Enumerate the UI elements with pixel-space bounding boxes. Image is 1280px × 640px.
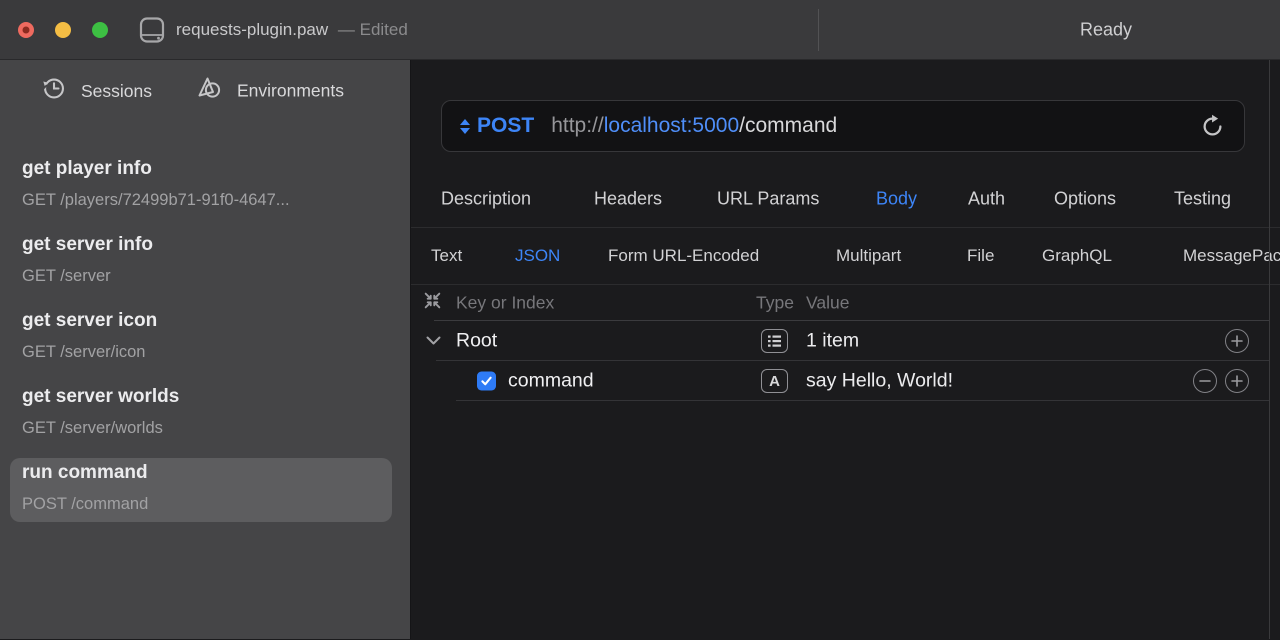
column-header-type: Type bbox=[756, 293, 794, 314]
collapse-all-button[interactable] bbox=[422, 290, 443, 316]
request-tabs: Description Headers URL Params Body Auth… bbox=[411, 170, 1280, 228]
column-header-key: Key or Index bbox=[456, 293, 554, 314]
tab-description[interactable]: Description bbox=[441, 188, 531, 209]
zoom-button[interactable] bbox=[92, 22, 108, 38]
status-text: Ready bbox=[1080, 19, 1132, 40]
minus-icon bbox=[1199, 375, 1211, 387]
body-tab-form-url-encoded[interactable]: Form URL-Encoded bbox=[608, 246, 759, 266]
refresh-icon bbox=[1199, 113, 1226, 140]
request-subtitle: GET /server/worlds bbox=[22, 418, 380, 438]
json-value: 1 item bbox=[806, 330, 859, 353]
tab-body[interactable]: Body bbox=[876, 188, 917, 209]
request-title: get player info bbox=[22, 157, 380, 180]
request-title: run command bbox=[22, 461, 380, 484]
checkmark-icon bbox=[480, 375, 493, 388]
request-item-get-server-info[interactable]: get server info GET /server bbox=[10, 230, 392, 294]
request-list: get player info GET /players/72499b71-91… bbox=[0, 154, 410, 522]
json-row-command[interactable]: command A say Hello, World! bbox=[411, 361, 1280, 401]
tab-auth[interactable]: Auth bbox=[968, 188, 1005, 209]
url-host: localhost:5000 bbox=[604, 114, 739, 137]
request-item-get-player-info[interactable]: get player info GET /players/72499b71-91… bbox=[10, 154, 392, 218]
sidebar-tabs: Sessions Environments bbox=[0, 60, 410, 122]
titlebar: requests-plugin.paw — Edited Ready bbox=[0, 0, 1280, 60]
tab-url-params[interactable]: URL Params bbox=[717, 188, 819, 209]
sidebar-tab-environments[interactable]: Environments bbox=[195, 75, 344, 108]
json-row-root[interactable]: Root 1 item bbox=[411, 321, 1280, 361]
document-proxy-icon[interactable] bbox=[137, 15, 167, 50]
request-title: get server worlds bbox=[22, 385, 380, 408]
tab-testing[interactable]: Testing bbox=[1174, 188, 1231, 209]
json-key[interactable]: command bbox=[508, 370, 594, 393]
add-row-button[interactable] bbox=[1225, 369, 1249, 393]
sidebar-tab-label: Sessions bbox=[81, 81, 152, 102]
add-row-button[interactable] bbox=[1225, 329, 1249, 353]
collapse-icon bbox=[422, 290, 443, 311]
body-tab-text[interactable]: Text bbox=[431, 246, 462, 266]
plus-icon bbox=[1231, 375, 1243, 387]
minimize-button[interactable] bbox=[55, 22, 71, 38]
document-name: requests-plugin.paw bbox=[176, 20, 328, 39]
method-dropdown-icon bbox=[460, 119, 470, 134]
close-button[interactable] bbox=[18, 22, 34, 38]
method-label: POST bbox=[477, 114, 534, 138]
json-grid-header: Key or Index Type Value bbox=[411, 285, 1280, 321]
url-path: /command bbox=[739, 114, 837, 137]
sidebar-tab-sessions[interactable]: Sessions bbox=[40, 75, 152, 107]
json-body-editor: Key or Index Type Value Root bbox=[411, 285, 1280, 401]
send-refresh-button[interactable] bbox=[1198, 112, 1226, 140]
window-title: requests-plugin.paw — Edited bbox=[176, 20, 408, 40]
json-key[interactable]: Root bbox=[456, 330, 497, 353]
request-subtitle: POST /command bbox=[22, 494, 380, 514]
url-scheme: http:// bbox=[551, 114, 604, 137]
request-item-run-command[interactable]: run command POST /command bbox=[10, 458, 392, 522]
request-subtitle: GET /server bbox=[22, 266, 380, 286]
string-type-icon[interactable]: A bbox=[761, 369, 788, 393]
body-tab-messagepack[interactable]: MessagePack bbox=[1183, 246, 1280, 266]
traffic-lights bbox=[18, 22, 108, 38]
body-type-tabs: Text JSON Form URL-Encoded Multipart Fil… bbox=[411, 228, 1280, 285]
dictionary-type-icon[interactable] bbox=[761, 329, 788, 353]
url-input[interactable]: http://localhost:5000/command bbox=[551, 114, 837, 138]
body-tab-json[interactable]: JSON bbox=[515, 246, 560, 266]
remove-row-button[interactable] bbox=[1193, 369, 1217, 393]
request-item-get-server-icon[interactable]: get server icon GET /server/icon bbox=[10, 306, 392, 370]
body-tab-graphql[interactable]: GraphQL bbox=[1042, 246, 1112, 266]
sidebar: Sessions Environments get player info GE… bbox=[0, 60, 410, 639]
disclosure-chevron-icon[interactable] bbox=[426, 332, 441, 350]
method-selector[interactable]: POST bbox=[460, 114, 534, 138]
json-value[interactable]: say Hello, World! bbox=[806, 370, 953, 393]
edited-indicator: — Edited bbox=[338, 20, 408, 39]
body-tab-file[interactable]: File bbox=[967, 246, 994, 266]
request-title: get server icon bbox=[22, 309, 380, 332]
tab-options[interactable]: Options bbox=[1054, 188, 1116, 209]
sidebar-tab-label: Environments bbox=[237, 81, 344, 102]
plus-icon bbox=[1231, 335, 1243, 347]
titlebar-divider bbox=[818, 9, 819, 51]
shapes-icon bbox=[195, 75, 223, 108]
history-icon bbox=[40, 75, 67, 107]
tab-headers[interactable]: Headers bbox=[594, 188, 662, 209]
request-item-get-server-worlds[interactable]: get server worlds GET /server/worlds bbox=[10, 382, 392, 446]
url-section: POST http://localhost:5000/command bbox=[411, 60, 1280, 170]
request-subtitle: GET /players/72499b71-91f0-4647... bbox=[22, 190, 380, 210]
request-title: get server info bbox=[22, 233, 380, 256]
request-subtitle: GET /server/icon bbox=[22, 342, 380, 362]
row-enabled-checkbox[interactable] bbox=[477, 372, 496, 391]
column-header-value: Value bbox=[806, 293, 849, 314]
url-field[interactable]: POST http://localhost:5000/command bbox=[441, 100, 1245, 152]
main-panel: POST http://localhost:5000/command Descr… bbox=[410, 60, 1280, 639]
body-tab-multipart[interactable]: Multipart bbox=[836, 246, 901, 266]
